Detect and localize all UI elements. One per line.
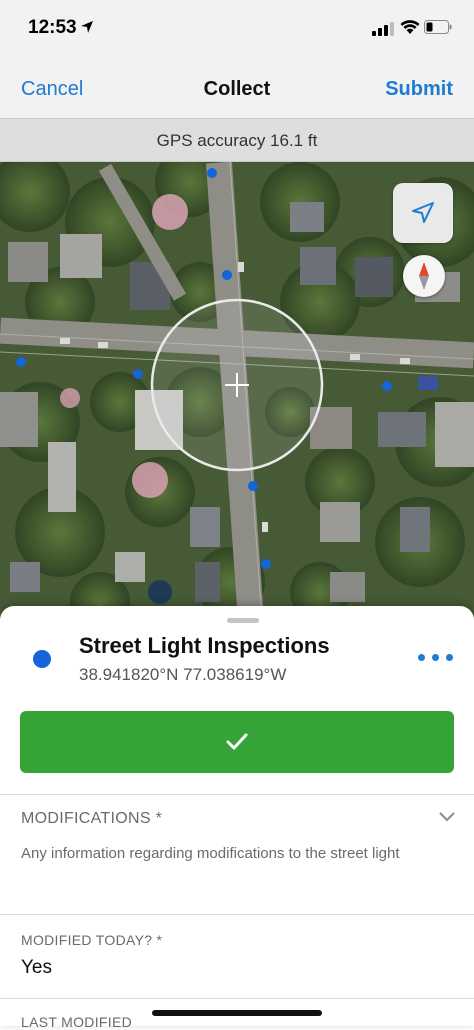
feature-point[interactable] xyxy=(16,357,26,367)
more-icon xyxy=(418,654,425,661)
compass-button[interactable] xyxy=(403,255,445,297)
feature-point[interactable] xyxy=(222,270,232,280)
sheet-grabber[interactable] xyxy=(227,618,259,623)
status-time: 12:53 xyxy=(28,17,77,38)
more-icon-dot xyxy=(446,654,453,661)
last-modified-label: LAST MODIFIED xyxy=(21,1014,132,1030)
crosshair-icon xyxy=(150,298,324,472)
feature-point[interactable] xyxy=(207,168,217,178)
gps-accuracy-text: GPS accuracy 16.1 ft xyxy=(156,131,318,150)
navigation-arrow-icon xyxy=(412,202,434,223)
more-icon-dot xyxy=(432,654,439,661)
modified-today-label: MODIFIED TODAY? * xyxy=(21,932,163,948)
compass-icon xyxy=(419,262,429,290)
modifications-label: MODIFICATIONS * xyxy=(21,810,163,827)
locate-button[interactable] xyxy=(393,183,453,243)
more-options-button[interactable] xyxy=(416,650,456,666)
divider xyxy=(0,794,474,795)
divider xyxy=(0,998,474,999)
home-indicator xyxy=(152,1010,322,1016)
feature-point[interactable] xyxy=(248,481,258,491)
cellular-signal-icon xyxy=(372,22,394,36)
chevron-down-icon[interactable] xyxy=(438,811,456,823)
navigation-bar: Cancel Collect Submit xyxy=(0,58,474,118)
location-coordinates: 38.941820°N 77.038619°W xyxy=(79,665,287,684)
checkmark-icon xyxy=(226,733,248,750)
feature-point[interactable] xyxy=(382,381,392,391)
layer-name: Street Light Inspections xyxy=(79,633,330,658)
feature-point[interactable] xyxy=(261,559,271,569)
battery-icon xyxy=(424,20,452,34)
location-services-icon xyxy=(81,21,93,33)
modifications-description: Any information regarding modifications … xyxy=(21,845,400,862)
feature-point[interactable] xyxy=(133,369,143,379)
layer-symbol-icon xyxy=(33,650,51,668)
satellite-map[interactable] xyxy=(0,162,474,622)
modified-today-value[interactable]: Yes xyxy=(21,957,52,979)
wifi-icon xyxy=(400,20,420,34)
confirm-location-button[interactable] xyxy=(20,711,454,773)
feature-bottom-sheet: Street Light Inspections 38.941820°N 77.… xyxy=(0,606,474,1030)
gps-accuracy-bar: GPS accuracy 16.1 ft xyxy=(0,118,474,162)
submit-button[interactable]: Submit xyxy=(385,78,453,101)
divider xyxy=(0,914,474,915)
status-bar: 12:53 xyxy=(0,0,474,58)
